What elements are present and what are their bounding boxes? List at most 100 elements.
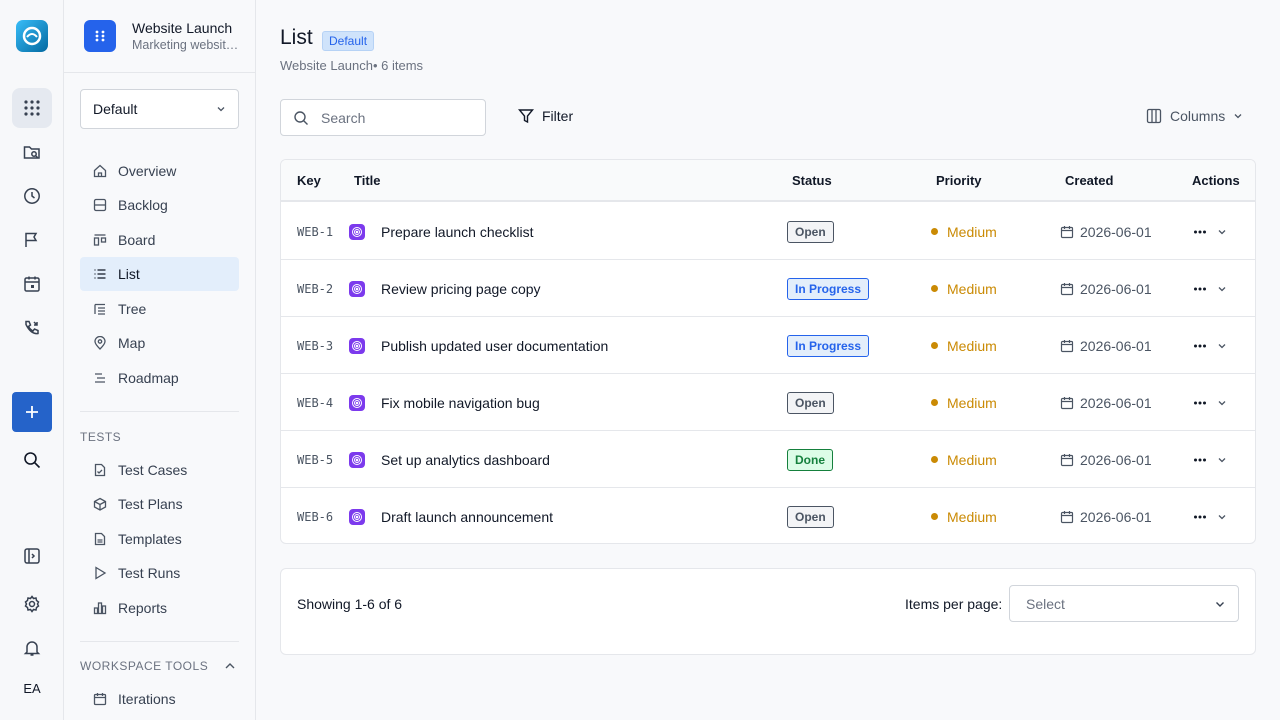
- filter-label: Filter: [542, 108, 574, 124]
- nav-item-label: Test Plans: [118, 496, 183, 512]
- more-actions-icon[interactable]: [1193, 396, 1207, 410]
- chevron-down-icon[interactable]: [1217, 398, 1227, 408]
- status-badge[interactable]: In Progress: [787, 277, 870, 300]
- more-actions-icon[interactable]: [1193, 282, 1207, 296]
- tests-section-header: TESTS: [80, 430, 122, 444]
- filter-button[interactable]: Filter: [518, 108, 573, 124]
- nav-item-overview[interactable]: Overview: [80, 154, 239, 188]
- status-badge[interactable]: In Progress: [787, 334, 870, 357]
- bell-icon[interactable]: [12, 628, 52, 668]
- more-actions-icon[interactable]: [1193, 510, 1207, 524]
- nav-item-reports[interactable]: Reports: [80, 591, 239, 625]
- nav-item-backlog[interactable]: Backlog: [80, 188, 239, 222]
- settings-icon[interactable]: [12, 584, 52, 624]
- created-cell: 2026-06-01: [1060, 203, 1152, 260]
- calendar-icon: [1060, 396, 1074, 410]
- more-actions-icon[interactable]: [1193, 225, 1207, 239]
- priority-cell[interactable]: Medium: [931, 374, 997, 431]
- app-logo[interactable]: [16, 20, 48, 52]
- status-badge[interactable]: Open: [787, 505, 834, 528]
- item-title[interactable]: Prepare launch checklist: [381, 203, 534, 260]
- priority-label: Medium: [947, 508, 997, 525]
- item-title[interactable]: Review pricing page copy: [381, 260, 541, 317]
- nav-item-roadmap[interactable]: Roadmap: [80, 361, 239, 395]
- status-cell: Open: [787, 374, 834, 431]
- priority-cell[interactable]: Medium: [931, 203, 997, 260]
- nav-item-list[interactable]: List: [80, 257, 239, 291]
- items-per-page-select[interactable]: Select: [1009, 585, 1239, 622]
- columns-label: Columns: [1170, 108, 1226, 124]
- search-input[interactable]: [321, 109, 471, 126]
- columns-icon: [1146, 108, 1162, 124]
- table-row[interactable]: WEB-1 Prepare launch checklist Open Medium 2…: [281, 203, 1255, 260]
- chevron-down-icon[interactable]: [1217, 284, 1227, 294]
- nav-item-iterations[interactable]: Iterations: [80, 682, 239, 716]
- item-key[interactable]: WEB-1: [297, 203, 333, 260]
- priority-cell[interactable]: Medium: [931, 431, 997, 488]
- item-title[interactable]: Set up analytics dashboard: [381, 431, 550, 488]
- item-key[interactable]: WEB-6: [297, 488, 333, 543]
- nav-item-board[interactable]: Board: [80, 223, 239, 257]
- chevron-up-icon[interactable]: [224, 660, 236, 672]
- column-header-created[interactable]: Created: [1065, 173, 1113, 188]
- chevron-down-icon[interactable]: [1217, 512, 1227, 522]
- chevron-down-icon[interactable]: [1217, 455, 1227, 465]
- status-badge[interactable]: Open: [787, 391, 834, 414]
- icon-rail: EA: [0, 0, 64, 720]
- column-header-priority[interactable]: Priority: [936, 173, 982, 188]
- nav-item-tree[interactable]: Tree: [80, 292, 239, 326]
- apps-icon[interactable]: [12, 88, 52, 128]
- play-icon: [92, 565, 108, 581]
- item-key[interactable]: WEB-3: [297, 317, 333, 374]
- item-key[interactable]: WEB-5: [297, 431, 333, 488]
- board-icon: [92, 232, 108, 248]
- column-header-status[interactable]: Status: [792, 173, 832, 188]
- priority-cell[interactable]: Medium: [931, 317, 997, 374]
- row-actions: [1193, 203, 1227, 260]
- chevron-down-icon[interactable]: [1217, 341, 1227, 351]
- item-title[interactable]: Draft launch announcement: [381, 488, 553, 543]
- row-actions: [1193, 317, 1227, 374]
- phone-icon[interactable]: [12, 308, 52, 348]
- search-box[interactable]: [280, 99, 486, 136]
- priority-cell[interactable]: Medium: [931, 260, 997, 317]
- table-row[interactable]: WEB-5 Set up analytics dashboard Done Mediu…: [281, 431, 1255, 488]
- item-key[interactable]: WEB-2: [297, 260, 333, 317]
- add-button[interactable]: [12, 392, 52, 432]
- column-header-title[interactable]: Title: [354, 173, 381, 188]
- status-badge[interactable]: Done: [787, 448, 833, 471]
- nav-item-templates[interactable]: Templates: [80, 522, 239, 556]
- table-row[interactable]: WEB-3 Publish updated user documentation I…: [281, 317, 1255, 374]
- nav-item-test-plans[interactable]: Test Plans: [80, 487, 239, 521]
- nav-item-test-cases[interactable]: Test Cases: [80, 453, 239, 487]
- table-row[interactable]: WEB-6 Draft launch announcement Open Medium…: [281, 488, 1255, 543]
- calendar-icon: [92, 691, 108, 707]
- user-avatar[interactable]: EA: [12, 668, 52, 708]
- package-icon: [92, 496, 108, 512]
- column-header-key[interactable]: Key: [297, 173, 321, 188]
- search-icon[interactable]: [12, 440, 52, 480]
- more-actions-icon[interactable]: [1193, 453, 1207, 467]
- collapse-sidebar-icon[interactable]: [12, 536, 52, 576]
- clock-icon[interactable]: [12, 176, 52, 216]
- item-type-icon: [349, 223, 365, 240]
- calendar-icon[interactable]: [12, 264, 52, 304]
- item-title[interactable]: Fix mobile navigation bug: [381, 374, 540, 431]
- view-selector[interactable]: Default: [80, 89, 239, 129]
- more-actions-icon[interactable]: [1193, 339, 1207, 353]
- item-key[interactable]: WEB-4: [297, 374, 333, 431]
- priority-cell[interactable]: Medium: [931, 488, 997, 543]
- status-badge[interactable]: Open: [787, 220, 834, 243]
- flag-icon[interactable]: [12, 220, 52, 260]
- project-header[interactable]: Website Launch Marketing website launch: [64, 0, 255, 73]
- calendar-icon: [1060, 225, 1074, 239]
- priority-label: Medium: [947, 223, 997, 240]
- nav-item-test-runs[interactable]: Test Runs: [80, 556, 239, 590]
- table-row[interactable]: WEB-4 Fix mobile navigation bug Open Medium…: [281, 374, 1255, 431]
- folder-search-icon[interactable]: [12, 132, 52, 172]
- item-title[interactable]: Publish updated user documentation: [381, 317, 608, 374]
- nav-item-map[interactable]: Map: [80, 326, 239, 360]
- columns-button[interactable]: Columns: [1146, 108, 1243, 124]
- table-row[interactable]: WEB-2 Review pricing page copy In Progress…: [281, 260, 1255, 317]
- chevron-down-icon[interactable]: [1217, 227, 1227, 237]
